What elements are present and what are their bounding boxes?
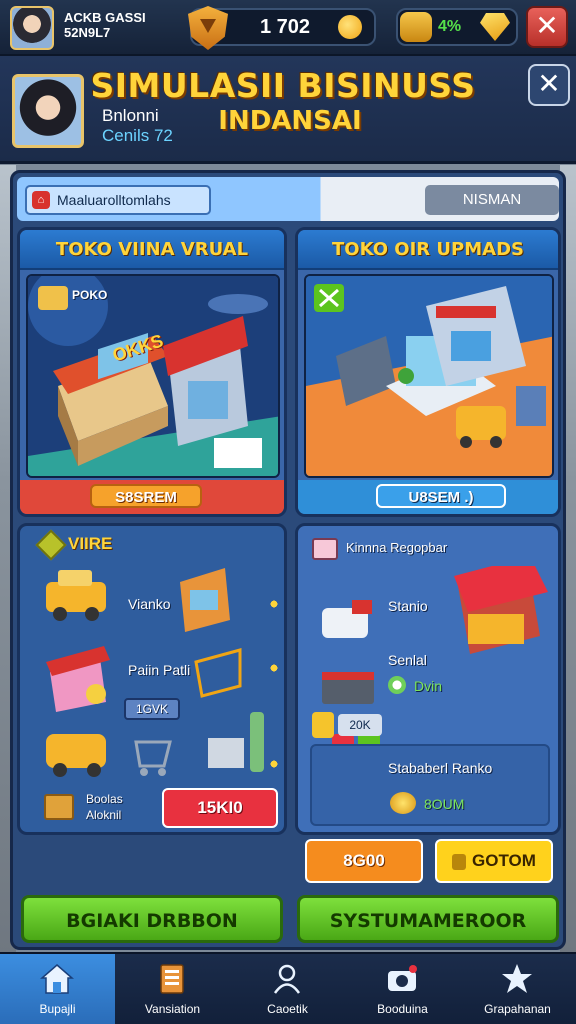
nav-label-ledger: Vansiation — [144, 1002, 201, 1016]
vehicles-price-button[interactable]: 15KI0 — [162, 788, 278, 828]
shop-badge[interactable]: 20K — [338, 714, 382, 736]
virtual-store-scene: POKO OKKS — [26, 274, 280, 478]
nav-label-settings: Grapahanan — [484, 1002, 551, 1016]
action-button-left[interactable]: BGIAKI DRBBON — [21, 895, 283, 943]
vehicles-footer-line2: Aloknil — [86, 808, 122, 822]
clover-icon — [388, 676, 406, 694]
shop-header: Kinnna Regopbar — [346, 540, 448, 555]
tab-management-label: Maaluarolltomlahs — [57, 192, 171, 208]
card-vehicles[interactable]: VIIRE Vianko Paiin Patli 1GVK Boolas Alo — [17, 523, 287, 835]
nav-item-home[interactable]: Bupajli — [0, 954, 115, 1024]
close-header-icon[interactable]: ✕ — [528, 64, 570, 106]
shop-item-3: Stababerl Ranko — [388, 760, 493, 776]
game-header: SIMULASII BISINUSS Bnlonni Cenils 72 IND… — [0, 56, 576, 164]
badge-icon — [35, 529, 67, 561]
shop-item-2-value: Dvin — [414, 678, 443, 694]
shield-icon — [188, 6, 228, 50]
upgrade-store-button[interactable]: U8SEM .) — [376, 484, 506, 508]
player-portrait — [12, 74, 84, 148]
game-title: SIMULASII BISINUSS — [90, 66, 476, 105]
sparkle-icon — [268, 662, 280, 674]
shop-item-2: Senlal — [388, 652, 427, 668]
card-upgrade-store-title: TOKO OIR UPMADS — [298, 230, 558, 270]
nav-label-home: Bupajli — [39, 1002, 76, 1016]
upgrade-store-illustration — [306, 276, 552, 476]
nav-item-camera[interactable]: Booduina — [345, 954, 460, 1024]
person-icon — [273, 964, 301, 994]
player-name: ACKB GASSI 52N9L7 — [64, 10, 146, 40]
gold-s-icon — [312, 712, 334, 738]
sparkle-icon — [268, 598, 280, 610]
store-tab-icon: ⌂ — [32, 191, 50, 209]
tab-management[interactable]: ⌂ Maaluarolltomlahs — [25, 185, 211, 215]
vehicle-badge[interactable]: 1GVK — [124, 698, 180, 720]
gem-counter[interactable]: 4% — [396, 8, 518, 46]
vehicle-item-2: Paiin Patli — [128, 662, 191, 678]
virtual-store-illustration — [28, 276, 278, 476]
virtual-store-button[interactable]: S8SREM — [90, 484, 202, 508]
vehicles-header: VIIRE — [68, 534, 113, 553]
card-upgrade-store-foot: U8SEM .) — [298, 480, 558, 514]
sparkle-icon — [268, 758, 280, 770]
coin-stack-icon — [452, 853, 467, 870]
card-virtual-store-foot: S8SREM — [20, 480, 284, 514]
coin-icon — [338, 15, 362, 39]
shop-orange-button[interactable]: 8G00 — [305, 839, 423, 883]
shop-yellow-button[interactable]: GOTOM — [435, 839, 553, 883]
coin-value: 1 702 — [259, 16, 311, 38]
shop-yellow-button-label: GOTOM — [472, 851, 536, 870]
bottom-nav: Bupajli Vansiation Caoetik Booduina Grap… — [0, 952, 576, 1024]
nav-label-person: Caoetik — [267, 1002, 308, 1016]
treasure-chest-icon — [44, 794, 74, 820]
camera-icon — [388, 965, 417, 991]
ledger-icon — [160, 964, 184, 994]
top-bar: ACKB GASSI 52N9L7 1 702 4% ✕ — [0, 0, 576, 56]
card-virtual-store-title: TOKO VIINA VRUAL — [20, 230, 284, 270]
action-button-right[interactable]: SYSTUMAMEROOR — [297, 895, 559, 943]
player-avatar[interactable] — [10, 6, 54, 50]
shop-icon — [312, 538, 338, 560]
upgrade-store-scene — [304, 274, 554, 478]
shop-item-1: Stanio — [388, 598, 428, 614]
nav-item-settings[interactable]: Grapahanan — [460, 954, 575, 1024]
nav-label-camera: Booduina — [377, 1002, 428, 1016]
tab-bar: ⌂ Maaluarolltomlahs NISMAN — [17, 177, 559, 221]
card-virtual-store[interactable]: TOKO VIINA VRUAL POKO OKKS S8SREM — [17, 227, 287, 517]
shop-item-3-value: 8OUM — [424, 796, 465, 812]
vehicles-footer-line1: Boolas — [86, 792, 123, 806]
shop-illustrations — [322, 566, 548, 764]
nav-item-person[interactable]: Caoetik — [230, 954, 345, 1024]
gold-medal-icon — [390, 792, 416, 814]
money-bag-icon — [400, 12, 432, 42]
main-panel: ⌂ Maaluarolltomlahs NISMAN TOKO VIINA VR… — [10, 170, 566, 950]
star-gear-icon — [502, 964, 532, 993]
virtual-store-tag: POKO — [72, 288, 108, 302]
card-shop-items[interactable]: Kinnna Regopbar Stanio Senlal Dvin 20K S… — [295, 523, 561, 835]
item3-box — [310, 744, 550, 826]
coin-counter[interactable]: 1 702 — [188, 6, 376, 50]
home-icon — [40, 964, 74, 994]
card-upgrade-store[interactable]: TOKO OIR UPMADS U8SEM .) — [295, 227, 561, 517]
close-icon[interactable]: ✕ — [526, 6, 568, 48]
tab-nisman[interactable]: NISMAN — [425, 185, 559, 215]
game-subtitle: INDANSAI — [218, 106, 362, 136]
vehicle-item-1: Vianko — [128, 596, 171, 612]
gem-icon — [480, 13, 510, 41]
gem-value: 4% — [438, 18, 462, 35]
nav-item-ledger[interactable]: Vansiation — [115, 954, 230, 1024]
